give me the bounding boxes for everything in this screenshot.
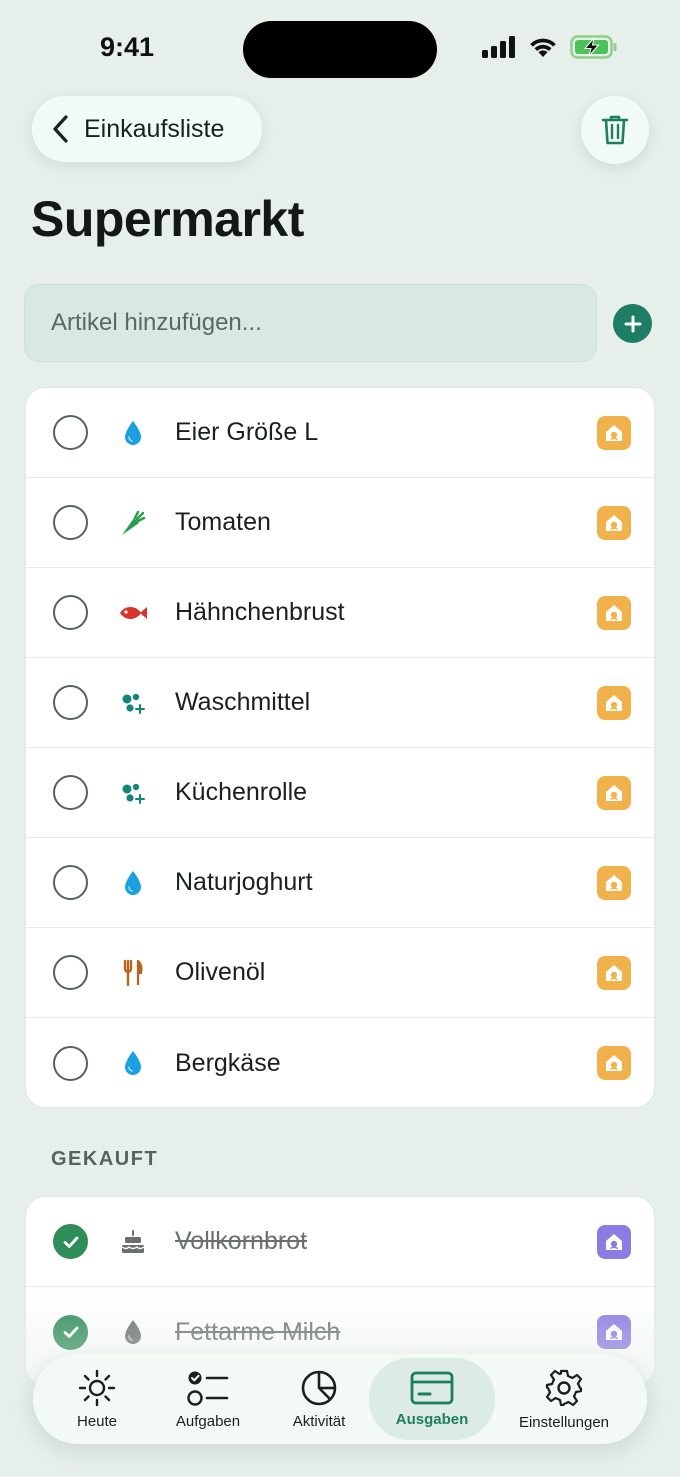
wifi-icon [530, 38, 556, 57]
pie-chart-icon [301, 1370, 337, 1405]
member-avatar-icon [606, 604, 622, 621]
checklist-icon [187, 1371, 229, 1406]
member-avatar [597, 865, 631, 900]
item-row[interactable]: Küchenrolle [26, 748, 654, 838]
item-checkbox[interactable] [53, 1045, 88, 1081]
item-row[interactable]: Waschmittel [26, 658, 654, 748]
member-avatar-icon [606, 1233, 622, 1250]
cellular-signal-icon [482, 36, 515, 58]
item-checkbox[interactable] [53, 955, 88, 990]
tab-label: Aufgaben [175, 1412, 241, 1430]
checked-checkbox[interactable] [53, 1314, 88, 1350]
bought-section-label: GEKAUFT [51, 1148, 159, 1170]
back-button-label: Einkaufsliste [84, 114, 225, 143]
item-row[interactable]: Eier Größe L [26, 388, 654, 478]
water-drop-icon [118, 1317, 148, 1347]
member-avatar-icon [606, 694, 622, 711]
card-icon [410, 1371, 454, 1404]
member-avatar-icon [606, 514, 622, 531]
back-button[interactable]: Einkaufsliste [32, 96, 262, 162]
item-name: Olivenöl [175, 958, 266, 986]
item-name: Tomaten [175, 508, 271, 536]
status-time: 9:41 [100, 32, 155, 62]
cake-icon [118, 1227, 148, 1257]
water-drop-icon [118, 868, 148, 898]
member-avatar-icon [606, 1324, 622, 1340]
dynamic-island [243, 21, 437, 78]
member-avatar [597, 505, 631, 540]
item-checkbox[interactable] [53, 595, 88, 630]
checked-checkbox[interactable] [53, 1224, 88, 1259]
tab-bar: Heute Aufgaben Aktivität Ausgaben Einste… [33, 1354, 647, 1444]
delete-list-button[interactable] [581, 96, 649, 164]
member-avatar [597, 955, 631, 990]
tab-label: Ausgaben [395, 1410, 469, 1428]
tab-aufgaben[interactable]: Aufgaben [157, 1354, 259, 1444]
item-row[interactable]: Naturjoghurt [26, 838, 654, 928]
water-drop-icon [118, 1048, 148, 1078]
page-title: Supermarkt [31, 191, 304, 247]
item-name: Küchenrolle [175, 778, 308, 806]
item-checkbox[interactable] [53, 415, 88, 450]
member-avatar-icon [606, 424, 622, 441]
chevron-left-icon [53, 115, 68, 143]
add-item-button[interactable] [613, 304, 652, 343]
member-avatar-icon [606, 874, 622, 891]
tab-label: Aktivität [292, 1412, 346, 1430]
item-name: Eier Größe L [175, 418, 319, 446]
item-name: Vollkornbrot [175, 1227, 308, 1255]
item-row[interactable]: Bergkäse [26, 1018, 654, 1107]
gear-icon [545, 1369, 583, 1406]
item-row[interactable]: Olivenöl [26, 928, 654, 1018]
add-item-input[interactable] [24, 284, 597, 362]
battery-charging-icon [570, 35, 617, 59]
tab-ausgaben[interactable]: Ausgaben [369, 1358, 495, 1440]
member-avatar [597, 1315, 631, 1349]
sun-icon [78, 1369, 116, 1406]
member-avatar [597, 595, 631, 630]
item-checkbox[interactable] [53, 775, 88, 810]
item-name: Naturjoghurt [175, 868, 313, 896]
trash-icon [601, 115, 629, 145]
fish-icon [118, 598, 148, 628]
bubbles-icon [118, 688, 148, 718]
member-avatar-icon [606, 1055, 622, 1071]
member-avatar [597, 1046, 631, 1080]
item-name: Hähnchenbrust [175, 598, 345, 626]
water-drop-icon [118, 418, 148, 448]
member-avatar [597, 415, 631, 450]
bubbles-icon [118, 778, 148, 808]
checkmark-icon [63, 1236, 78, 1248]
tab-heute[interactable]: Heute [45, 1354, 149, 1444]
item-checkbox[interactable] [53, 865, 88, 900]
tab-label: Einstellungen [518, 1413, 610, 1431]
open-items-list: Eier Größe L Tomaten Hähnchenbrust Waschmit… [25, 387, 655, 1108]
checkmark-icon [63, 1326, 78, 1338]
item-name: Bergkäse [175, 1048, 281, 1077]
member-avatar [597, 1224, 631, 1259]
carrot-icon [118, 508, 148, 538]
fork-knife-icon [118, 958, 148, 988]
member-avatar [597, 685, 631, 720]
member-avatar [597, 775, 631, 810]
status-icons [482, 35, 618, 59]
item-name: Waschmittel [175, 688, 311, 716]
item-checkbox[interactable] [53, 685, 88, 720]
member-avatar-icon [606, 964, 622, 981]
bought-item-row[interactable]: Vollkornbrot [26, 1197, 654, 1287]
tab-aktivitaet[interactable]: Aktivität [269, 1354, 369, 1444]
member-avatar-icon [606, 784, 622, 801]
item-row[interactable]: Hähnchenbrust [26, 568, 654, 658]
item-checkbox[interactable] [53, 505, 88, 540]
item-row[interactable]: Tomaten [26, 478, 654, 568]
tab-label: Heute [76, 1412, 118, 1430]
tab-einstellungen[interactable]: Einstellungen [505, 1354, 623, 1444]
plus-icon [624, 315, 641, 332]
item-name: Fettarme Milch [175, 1317, 341, 1346]
